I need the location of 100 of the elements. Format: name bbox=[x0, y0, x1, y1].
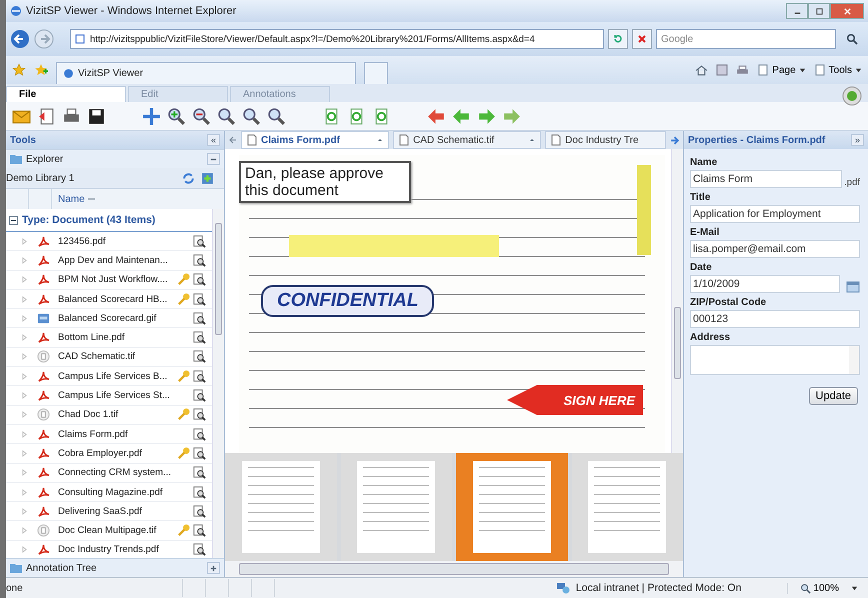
preview-icon[interactable] bbox=[193, 370, 206, 383]
search-icon[interactable] bbox=[242, 106, 261, 126]
sort-icon[interactable] bbox=[88, 197, 95, 201]
expand-icon[interactable] bbox=[22, 276, 27, 284]
arrow-right-icon[interactable] bbox=[670, 136, 680, 144]
print-icon[interactable] bbox=[736, 64, 750, 76]
command-menu[interactable]: Page bbox=[757, 64, 806, 76]
tab-menu-icon[interactable] bbox=[529, 137, 536, 143]
file-name[interactable]: Delivering SaaS.pdf bbox=[58, 506, 177, 517]
minimize-button[interactable] bbox=[786, 3, 808, 19]
text-field[interactable]: Claims Form bbox=[690, 170, 842, 188]
calendar-icon[interactable] bbox=[846, 281, 860, 293]
file-name[interactable]: CAD Schematic.tif bbox=[58, 351, 177, 362]
expand-icon[interactable] bbox=[22, 353, 27, 360]
expand-icon[interactable] bbox=[22, 238, 27, 245]
preview-icon[interactable] bbox=[193, 466, 206, 480]
document-tab[interactable]: Doc Industry Tre bbox=[545, 131, 666, 149]
preview-icon[interactable] bbox=[193, 446, 206, 460]
preview-icon[interactable] bbox=[193, 350, 206, 364]
column-header[interactable]: Name bbox=[52, 194, 85, 204]
back-button[interactable] bbox=[10, 29, 30, 49]
new-tab-button[interactable] bbox=[364, 62, 388, 84]
search-icon[interactable] bbox=[846, 33, 858, 45]
preview-icon[interactable] bbox=[193, 273, 206, 286]
preview-icon[interactable] bbox=[193, 312, 206, 325]
confidential-stamp[interactable]: CONFIDENTIAL bbox=[261, 285, 434, 317]
file-name[interactable]: Doc Clean Multipage.tif bbox=[58, 525, 177, 536]
pan-icon[interactable] bbox=[142, 106, 161, 126]
zoom-out-icon[interactable] bbox=[192, 106, 211, 126]
expand-section-button[interactable] bbox=[207, 562, 220, 574]
expand-icon[interactable] bbox=[22, 256, 27, 264]
save-icon[interactable] bbox=[87, 106, 106, 126]
expand-icon[interactable] bbox=[22, 334, 27, 342]
file-name[interactable]: Consulting Magazine.pdf bbox=[58, 486, 177, 498]
page-thumbnail[interactable] bbox=[456, 453, 568, 561]
document-tab[interactable]: Claims Form.pdf bbox=[241, 131, 390, 149]
page-thumbnail[interactable] bbox=[340, 453, 452, 561]
zoom-menu[interactable]: 100% bbox=[787, 582, 862, 594]
expand-icon[interactable] bbox=[22, 411, 27, 418]
file-name[interactable]: Claims Form.pdf bbox=[58, 428, 177, 440]
search-icon[interactable] bbox=[217, 106, 236, 126]
preview-icon[interactable] bbox=[193, 234, 206, 248]
document-icon[interactable] bbox=[37, 106, 56, 126]
text-field[interactable]: Application for Employment bbox=[690, 205, 860, 223]
text-field[interactable]: 1/10/2009 bbox=[690, 275, 840, 293]
file-name[interactable]: Doc Industry Trends.pdf bbox=[58, 544, 177, 556]
page-thumbnail[interactable] bbox=[225, 453, 336, 561]
text-field[interactable]: lisa.pomper@email.com bbox=[690, 240, 860, 258]
update-button[interactable]: Update bbox=[808, 387, 858, 405]
favorites-star-icon[interactable] bbox=[12, 63, 26, 77]
browser-tab[interactable]: VizitSP Viewer bbox=[56, 62, 356, 84]
command-menu[interactable]: Tools bbox=[814, 64, 862, 76]
tab-menu-icon[interactable] bbox=[377, 137, 384, 143]
preview-icon[interactable] bbox=[193, 331, 206, 344]
add-document-icon[interactable] bbox=[201, 172, 214, 184]
preview-icon[interactable] bbox=[193, 292, 206, 306]
arrow-right-icon[interactable] bbox=[477, 106, 496, 126]
text-field[interactable]: 000123 bbox=[690, 310, 860, 328]
preview-icon[interactable] bbox=[193, 428, 206, 441]
ribbon-tab[interactable]: File bbox=[6, 86, 126, 102]
search-field[interactable]: Google bbox=[656, 29, 836, 49]
preview-icon[interactable] bbox=[193, 504, 206, 518]
stop-button[interactable] bbox=[632, 29, 652, 49]
file-name[interactable]: Bottom Line.pdf bbox=[58, 332, 177, 344]
expand-icon[interactable] bbox=[22, 296, 27, 303]
address-field[interactable]: http://vizitsppublic/VizitFileStore/Viewer/Default.aspx?l=/Demo%20Library%201/Forms/AllItems.aspx&d=4 bbox=[70, 29, 604, 49]
expand-icon[interactable] bbox=[22, 392, 27, 400]
preview-icon[interactable] bbox=[193, 543, 206, 556]
feed-icon[interactable] bbox=[716, 64, 728, 76]
refresh-icon[interactable] bbox=[182, 172, 195, 184]
file-name[interactable]: Campus Life Services B... bbox=[58, 370, 177, 382]
preview-icon[interactable] bbox=[193, 524, 206, 538]
collapse-button[interactable]: « bbox=[207, 134, 220, 146]
zoom-in-icon[interactable] bbox=[167, 106, 186, 126]
expand-icon[interactable] bbox=[22, 372, 27, 380]
file-name[interactable]: App Dev and Maintenan... bbox=[58, 254, 177, 266]
expand-icon[interactable] bbox=[22, 488, 27, 496]
add-favorite-icon[interactable] bbox=[34, 63, 48, 77]
scrollbar[interactable] bbox=[225, 561, 683, 577]
preview-icon[interactable] bbox=[193, 389, 206, 402]
document-tab[interactable]: CAD Schematic.tif bbox=[393, 131, 542, 149]
arrow-left-icon[interactable] bbox=[229, 136, 237, 144]
home-icon[interactable] bbox=[695, 64, 708, 76]
preview-icon[interactable] bbox=[193, 254, 206, 267]
search-icon[interactable] bbox=[267, 106, 286, 126]
expand-icon[interactable] bbox=[22, 527, 27, 534]
refresh-button[interactable] bbox=[608, 29, 628, 49]
file-name[interactable]: Balanced Scorecard.gif bbox=[58, 312, 177, 324]
file-name[interactable]: Chad Doc 1.tif bbox=[58, 409, 177, 420]
file-name[interactable]: Balanced Scorecard HB... bbox=[58, 294, 177, 305]
collapse-button[interactable]: » bbox=[851, 134, 864, 146]
expand-icon[interactable] bbox=[22, 546, 27, 554]
expand-icon[interactable] bbox=[22, 508, 27, 515]
note-annotation[interactable]: Dan, please approve this document bbox=[239, 161, 411, 203]
expand-icon[interactable] bbox=[22, 314, 27, 322]
last-page-icon[interactable] bbox=[502, 106, 521, 126]
file-name[interactable]: Campus Life Services St... bbox=[58, 390, 177, 402]
page-thumbnail[interactable] bbox=[572, 453, 683, 561]
arrow-left-icon[interactable] bbox=[452, 106, 471, 126]
expand-icon[interactable] bbox=[22, 450, 27, 457]
